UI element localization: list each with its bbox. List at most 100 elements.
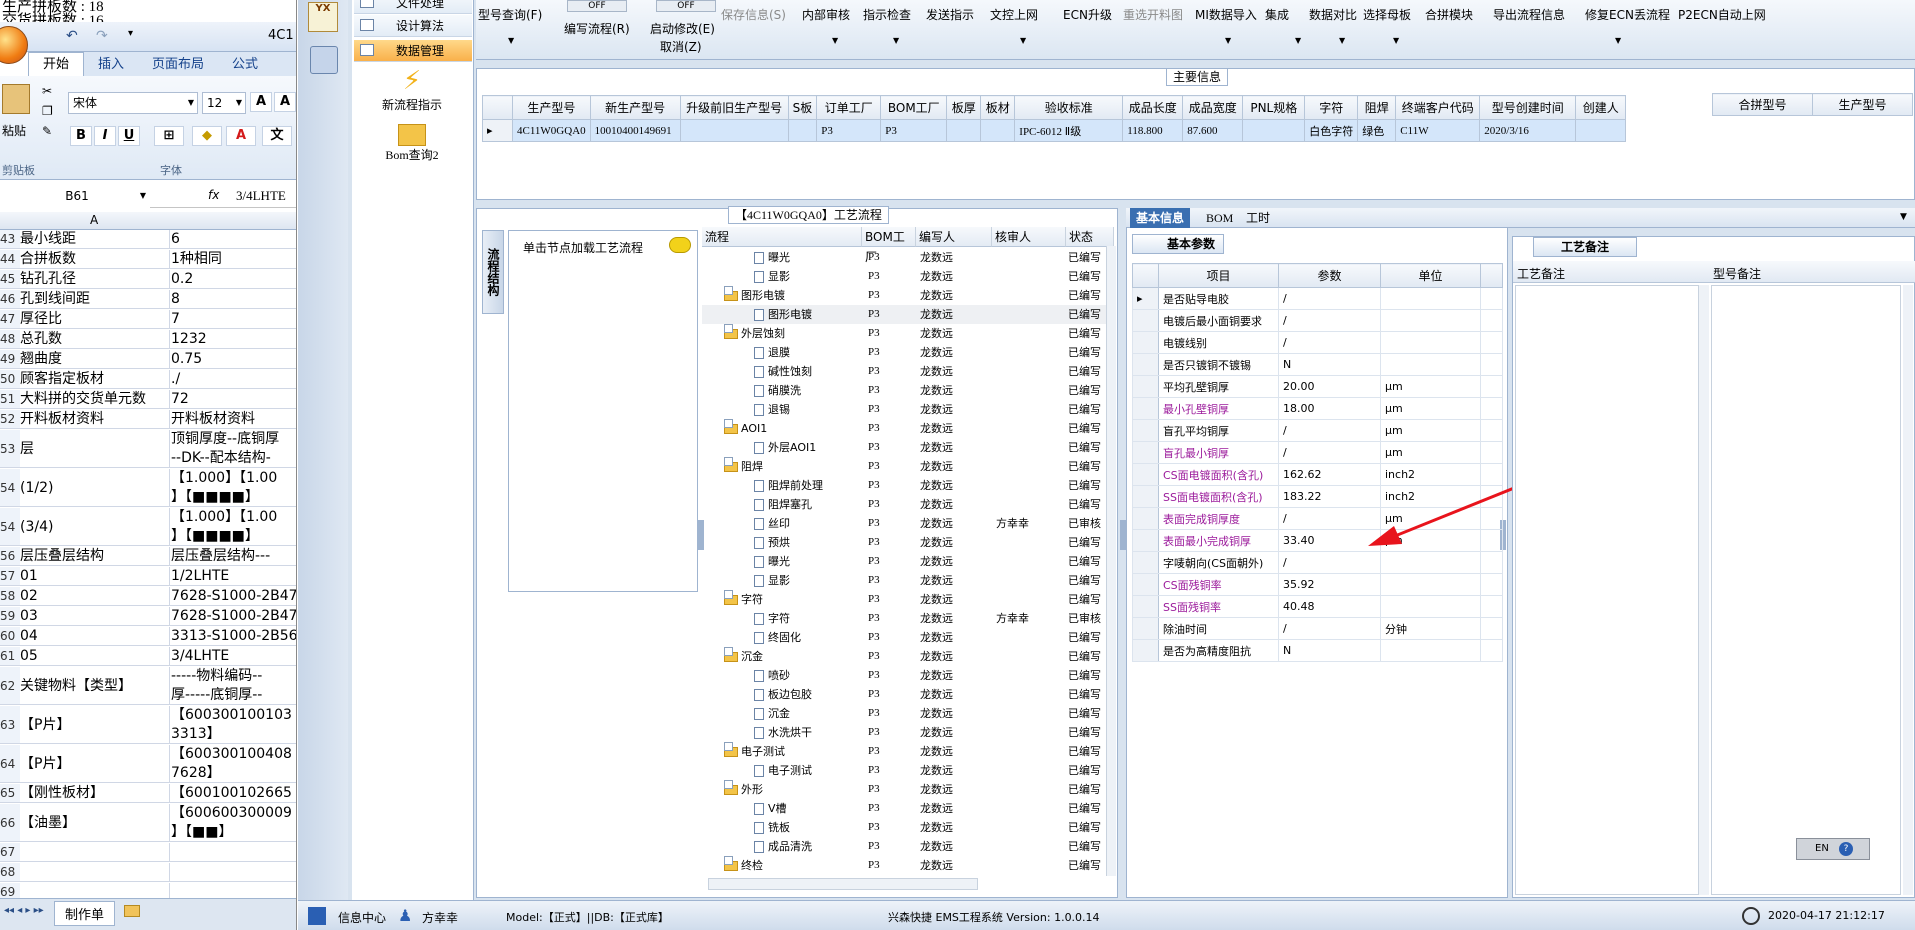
main-cell[interactable]: 4C11W0GQA0 [512,119,591,142]
dropdown-arrow-icon[interactable]: ▼ [508,36,514,45]
main-col-header[interactable]: 终端客户代码 [1395,95,1481,120]
phonetic-icon[interactable]: 文 [262,126,292,146]
flow-tree-row[interactable]: 成品清洗 P3 龙数远 已编写 [702,837,1114,856]
info-center-link[interactable]: 信息中心 [338,909,386,926]
cell-a[interactable]: 【油墨】 [20,804,170,841]
main-col-header[interactable]: BOM工厂 [880,95,948,120]
row-number[interactable]: 59 [0,607,20,625]
dropdown-arrow-icon[interactable]: ▼ [1393,36,1399,45]
param-row[interactable]: 电镀后最小面铜要求 / [1132,309,1503,332]
flow-tree-row[interactable]: −图形电镀 P3 龙数远 已编写 [702,286,1114,305]
cell-b[interactable] [171,863,296,881]
col-flow[interactable]: 流程 [702,227,862,247]
main-col-header[interactable]: 板厚 [946,95,982,120]
sheet-nav-icons[interactable]: ◂◂ ◂ ▸ ▸▸ [4,905,44,916]
dropdown-arrow-icon[interactable]: ▼ [893,36,899,45]
main-cell[interactable]: P3 [816,119,882,142]
param-row-header[interactable] [1132,529,1159,552]
param-row-header[interactable] [1132,309,1159,332]
undo-icon[interactable]: ↶ [66,28,78,44]
main-col-header[interactable]: 型号创建时间 [1479,95,1577,120]
toolbar-button[interactable]: ECN升级 [1063,6,1112,23]
help-icon[interactable]: ? [1839,842,1853,856]
flow-tree-row[interactable]: 曝光 P3 龙数远 已编写 [702,552,1114,571]
main-col-header[interactable]: 成品宽度 [1182,95,1244,120]
collapse-icon[interactable]: − [724,742,733,751]
col-param[interactable]: 参数 [1278,263,1381,288]
toggle-off-1[interactable]: OFF [567,0,627,12]
row-number[interactable]: 52 [0,410,20,428]
cell-b[interactable]: 7628-S1000-2B47 [171,607,296,625]
param-value[interactable]: / [1278,551,1381,574]
cell-b[interactable]: 开料板材资料 [171,410,296,428]
main-col-header[interactable]: 创建人 [1575,95,1627,120]
tree-horizontal-scrollbar[interactable] [708,878,978,890]
param-value[interactable]: N [1278,639,1381,662]
main-cell[interactable] [946,119,982,142]
column-a-header[interactable]: A [90,213,98,227]
param-row[interactable]: 电镀线别 / [1132,331,1503,354]
param-value[interactable]: / [1278,287,1381,310]
tab-home[interactable]: 开始 [28,52,85,76]
main-cell[interactable]: 87.600 [1182,119,1244,142]
param-value[interactable]: 40.48 [1278,595,1381,618]
flow-tree-row[interactable]: −外形 P3 龙数远 已编写 [702,780,1114,799]
cancel-button[interactable]: 取消(Z) [660,38,702,55]
sheet-row[interactable]: 47 厚径比 7 [0,310,296,329]
cut-icon[interactable]: ✂ [42,84,52,98]
sheet-row[interactable]: 50 顾客指定板材 ./ [0,370,296,389]
flow-tree-row[interactable]: −沉金 P3 龙数远 已编写 [702,647,1114,666]
flow-tree-row[interactable]: −终检 P3 龙数远 已编写 [702,856,1114,875]
flow-tree-row[interactable]: −AOI1 P3 龙数远 已编写 [702,419,1114,438]
format-painter-icon[interactable]: ✎ [42,124,52,138]
param-row[interactable]: CS面残铜率 35.92 [1132,573,1503,596]
main-col-header[interactable]: 成品长度 [1122,95,1184,120]
grow-font-icon[interactable]: A [250,92,272,112]
main-col-header[interactable]: PNL规格 [1242,95,1306,120]
cell-a[interactable]: 大料拼的交货单元数 [20,390,170,408]
copy-icon[interactable]: ❐ [42,104,53,118]
tab-insert[interactable]: 插入 [84,53,138,77]
cell-a[interactable]: 关键物料【类型】 [20,667,170,704]
row-number[interactable]: 49 [0,350,20,368]
row-number[interactable]: 45 [0,270,20,288]
flow-tree-row[interactable]: −外层蚀刻 P3 龙数远 已编写 [702,324,1114,343]
sheet-tab-active[interactable]: 制作单 [54,901,116,926]
fx-icon[interactable]: fx [208,188,219,202]
param-row[interactable]: 盲孔平均铜厚 / μm [1132,419,1503,442]
tab-work-hours[interactable]: 工时 [1240,208,1276,228]
param-row-header[interactable] [1132,507,1159,530]
sheet-row[interactable]: 51 大料拼的交货单元数 72 [0,390,296,409]
name-box[interactable]: B61 ▼ [0,186,150,208]
notes-scrollbar[interactable] [1699,285,1709,895]
flow-tree-row[interactable]: −阻焊 P3 龙数远 已编写 [702,457,1114,476]
sheet-row[interactable]: 64 【P片】 【600300100408 7628】 [0,745,296,783]
dropdown-arrow-icon[interactable]: ▼ [1020,36,1026,45]
row-number[interactable]: 58 [0,587,20,605]
cell-b[interactable]: 【1.000】【1.00 】【■■■■】 [171,469,296,506]
toolbar-button[interactable]: 集成 [1265,6,1289,23]
main-cell[interactable]: P3 [880,119,948,142]
flow-tree-row[interactable]: 退膜 P3 龙数远 已编写 [702,343,1114,362]
flow-tree-row[interactable]: 碱性蚀刻 P3 龙数远 已编写 [702,362,1114,381]
flow-tree-row[interactable]: 曝光 P3 龙数远 已编写 [702,248,1114,267]
cell-b[interactable]: 3313-S1000-2B56 [171,627,296,645]
main-col-header[interactable]: 阻焊 [1357,95,1397,120]
main-col-header[interactable]: 字符 [1304,95,1359,120]
dropdown-arrow-icon[interactable]: ▼ [1295,36,1301,45]
cell-b[interactable]: 1232 [171,330,296,348]
main-cell[interactable] [1242,119,1306,142]
flow-tree-row[interactable]: 终固化 P3 龙数远 已编写 [702,628,1114,647]
cell-b[interactable]: 【600600300009 】【■■】 [171,804,296,841]
collapse-icon[interactable]: − [724,324,733,333]
param-value[interactable]: / [1278,331,1381,354]
sheet-row[interactable]: 44 合拼板数 1种相同 [0,250,296,269]
param-row[interactable]: 字唛朝向(CS面朝外) / [1132,551,1503,574]
col-bom-factory[interactable]: BOM工厂 [862,227,916,264]
param-row-header[interactable] [1132,485,1159,508]
main-col-header[interactable]: 订单工厂 [816,95,882,120]
param-row-header[interactable] [1132,595,1159,618]
merge-col-production[interactable]: 生产型号 [1812,93,1913,116]
main-col-header[interactable]: 生产型号 [512,95,591,120]
formula-input[interactable]: 3/4LHTE [236,188,286,204]
